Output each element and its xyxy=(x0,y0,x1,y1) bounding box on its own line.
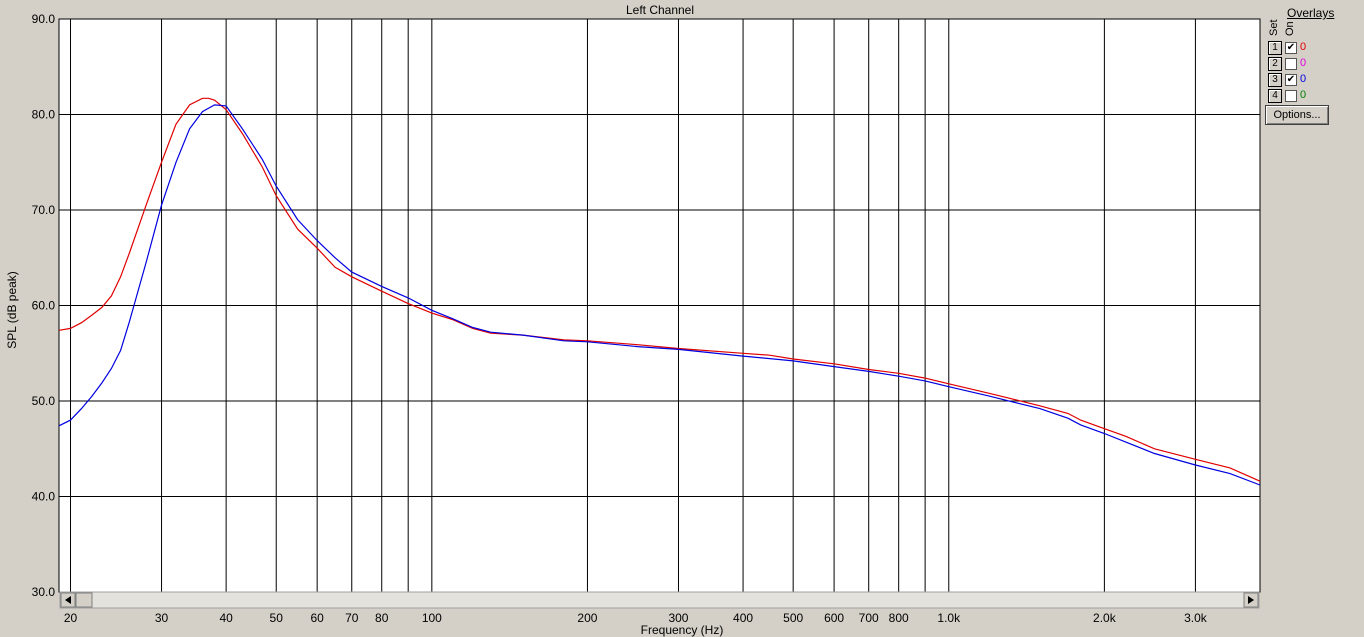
overlay-on-checkbox-4[interactable] xyxy=(1285,90,1297,102)
overlays-title: Overlays xyxy=(1287,6,1335,20)
x-tick-label: 700 xyxy=(859,611,879,625)
y-tick-label: 30.0 xyxy=(32,585,56,599)
x-tick-label: 20 xyxy=(64,611,78,625)
y-tick-label: 70.0 xyxy=(32,203,56,217)
overlay-value-4: 0 xyxy=(1300,89,1307,101)
x-axis-label: Frequency (Hz) xyxy=(641,623,724,637)
chart-title: Left Channel xyxy=(626,3,694,17)
x-tick-label: 200 xyxy=(577,611,597,625)
x-tick-label: 1.0k xyxy=(937,611,961,625)
x-tick-label: 500 xyxy=(783,611,803,625)
x-tick-label: 800 xyxy=(889,611,909,625)
y-axis-label: SPL (dB peak) xyxy=(5,271,19,349)
overlay-set-button-2[interactable]: 2 xyxy=(1268,57,1282,71)
overlay-on-checkbox-2[interactable] xyxy=(1285,58,1297,70)
overlay-on-checkbox-3[interactable]: ✔ xyxy=(1285,74,1297,86)
x-tick-label: 3.0k xyxy=(1184,611,1208,625)
y-tick-label: 40.0 xyxy=(32,490,56,504)
frequency-response-chart: 90.0 80.0 70.0 60.0 50.0 40.0 30.0 20 30 40 50 60 7… xyxy=(5,3,1261,637)
x-tick-label: 100 xyxy=(422,611,442,625)
overlay-on-checkbox-1[interactable]: ✔ xyxy=(1285,42,1297,54)
x-tick-label: 40 xyxy=(219,611,233,625)
on-column-header: On xyxy=(1284,21,1296,36)
overlay-set-button-1[interactable]: 1 xyxy=(1268,41,1282,55)
overlay-set-button-4[interactable]: 4 xyxy=(1268,89,1282,103)
x-tick-label: 70 xyxy=(345,611,359,625)
overlay-value-3: 0 xyxy=(1300,73,1307,85)
x-tick-label: 2.0k xyxy=(1093,611,1117,625)
y-tick-labels: 90.0 80.0 70.0 60.0 50.0 40.0 30.0 xyxy=(32,12,56,599)
options-button[interactable]: Options... xyxy=(1265,105,1329,125)
y-tick-label: 90.0 xyxy=(32,12,56,26)
y-tick-label: 50.0 xyxy=(32,394,56,408)
x-tick-labels: 20 30 40 50 60 70 80 100 200 300 400 500 600 700 800 1.… xyxy=(64,611,1208,625)
x-tick-label: 80 xyxy=(375,611,389,625)
x-tick-label: 50 xyxy=(270,611,284,625)
overlay-set-button-3[interactable]: 3 xyxy=(1268,73,1282,87)
x-tick-label: 60 xyxy=(310,611,324,625)
scroll-thumb[interactable] xyxy=(75,592,93,608)
x-tick-label: 600 xyxy=(824,611,844,625)
y-tick-label: 60.0 xyxy=(32,299,56,313)
set-column-header: Set xyxy=(1268,19,1280,36)
x-tick-label: 30 xyxy=(155,611,169,625)
horizontal-scrollbar[interactable] xyxy=(59,591,1260,609)
x-tick-label: 400 xyxy=(733,611,753,625)
y-tick-label: 80.0 xyxy=(32,108,56,122)
overlay-value-1: 0 xyxy=(1300,41,1307,53)
overlay-value-2: 0 xyxy=(1300,57,1307,69)
